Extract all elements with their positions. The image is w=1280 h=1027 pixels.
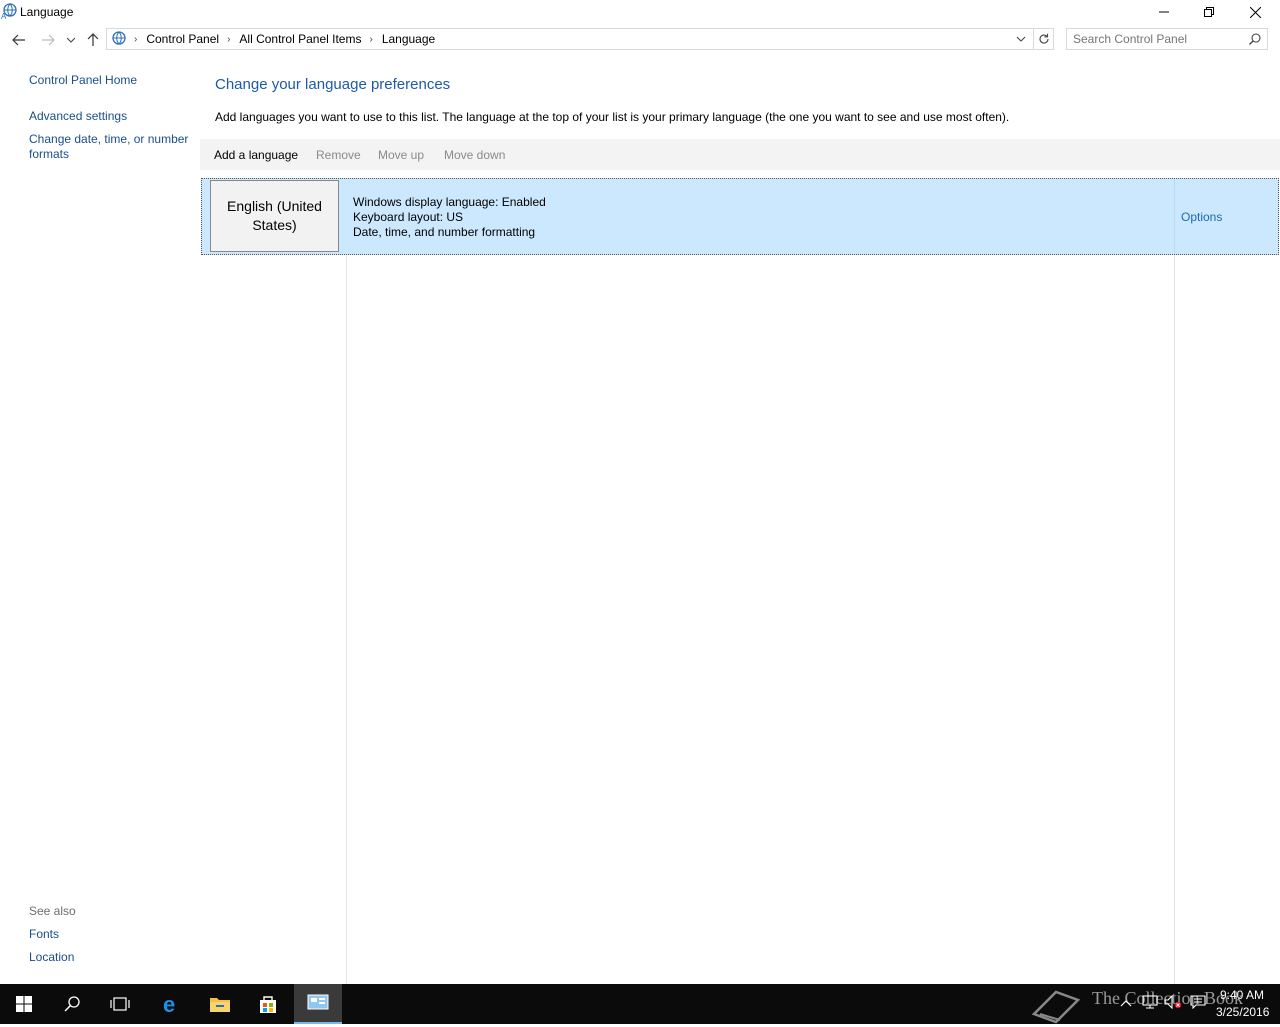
column-divider bbox=[1174, 255, 1175, 984]
page-description: Add languages you want to use to this li… bbox=[215, 110, 1010, 124]
options-divider bbox=[1174, 179, 1175, 254]
folder-icon bbox=[210, 998, 230, 1012]
watermark-book-icon bbox=[1030, 984, 1082, 1027]
breadcrumb-separator: › bbox=[227, 33, 231, 45]
close-button[interactable] bbox=[1232, 0, 1278, 24]
language-name-line1: English (United bbox=[227, 198, 322, 214]
search-icon bbox=[1249, 33, 1261, 45]
forward-button[interactable] bbox=[38, 30, 58, 50]
chevron-down-icon bbox=[67, 37, 75, 43]
store-bag-icon bbox=[260, 996, 276, 1013]
task-view-button[interactable] bbox=[96, 984, 144, 1024]
page-title: Change your language preferences bbox=[215, 76, 451, 93]
control-panel-icon bbox=[110, 31, 126, 47]
minimize-icon bbox=[1159, 11, 1169, 13]
volume-muted-icon[interactable] bbox=[1164, 994, 1182, 1012]
control-panel-taskbar-button[interactable] bbox=[294, 984, 342, 1024]
edge-taskbar-button[interactable]: e bbox=[148, 984, 196, 1024]
network-tray-icon[interactable] bbox=[1142, 995, 1158, 1012]
action-center-icon[interactable] bbox=[1190, 995, 1206, 1012]
breadcrumb-language[interactable]: Language bbox=[382, 32, 435, 46]
search-taskbar-button[interactable] bbox=[48, 984, 96, 1024]
svg-text:e: e bbox=[163, 993, 175, 1015]
control-panel-icon bbox=[307, 994, 329, 1010]
recent-locations-button[interactable] bbox=[62, 30, 80, 50]
svg-text:A: A bbox=[1, 12, 7, 19]
address-dropdown-button[interactable] bbox=[1016, 33, 1026, 47]
location-link[interactable]: Location bbox=[29, 950, 74, 965]
up-arrow-icon bbox=[87, 33, 99, 46]
restore-button[interactable] bbox=[1186, 0, 1232, 24]
back-button[interactable] bbox=[9, 30, 29, 50]
breadcrumb-separator: › bbox=[134, 33, 138, 45]
chevron-up-icon bbox=[1120, 1000, 1132, 1007]
formatting-status: Date, time, and number formatting bbox=[353, 225, 536, 239]
chevron-down-icon bbox=[1016, 36, 1026, 42]
keyboard-layout-status: Keyboard layout: US bbox=[353, 210, 464, 224]
forward-arrow-icon bbox=[42, 34, 55, 46]
refresh-icon bbox=[1038, 33, 1049, 44]
change-formats-line1: Change date, time, or number bbox=[29, 132, 189, 146]
control-panel-home-link[interactable]: Control Panel Home bbox=[29, 73, 137, 88]
remove-button[interactable]: Remove bbox=[316, 148, 361, 162]
add-language-button[interactable]: Add a language bbox=[214, 148, 298, 162]
breadcrumb-separator: › bbox=[369, 33, 373, 45]
windows-logo-icon bbox=[16, 996, 32, 1012]
move-up-button[interactable]: Move up bbox=[378, 148, 424, 162]
search-icon bbox=[64, 996, 80, 1012]
change-formats-link[interactable]: Change date, time, or number formats bbox=[29, 132, 188, 162]
language-name-tile[interactable]: English (United States) bbox=[210, 180, 339, 252]
search-input[interactable] bbox=[1073, 31, 1243, 47]
change-formats-line2: formats bbox=[29, 147, 70, 161]
edge-browser-icon: e bbox=[163, 993, 175, 1015]
language-options-link[interactable]: Options bbox=[1181, 210, 1222, 224]
fonts-link[interactable]: Fonts bbox=[29, 927, 59, 942]
move-down-button[interactable]: Move down bbox=[444, 148, 505, 162]
search-box[interactable] bbox=[1066, 28, 1268, 50]
language-name-line2: States) bbox=[252, 217, 297, 233]
window-title: Language bbox=[20, 5, 74, 19]
display-language-status: Windows display language: Enabled bbox=[353, 195, 546, 209]
task-view-icon bbox=[110, 997, 130, 1011]
advanced-settings-link[interactable]: Advanced settings bbox=[29, 109, 127, 124]
breadcrumb: › Control Panel › All Control Panel Item… bbox=[110, 29, 435, 49]
store-taskbar-button[interactable] bbox=[244, 984, 292, 1024]
refresh-button[interactable] bbox=[1034, 28, 1054, 50]
close-icon bbox=[1249, 6, 1261, 18]
minimize-button[interactable] bbox=[1141, 0, 1187, 24]
restore-icon bbox=[1204, 7, 1214, 17]
language-toolbar bbox=[200, 139, 1280, 170]
breadcrumb-control-panel[interactable]: Control Panel bbox=[146, 32, 219, 46]
back-arrow-icon bbox=[12, 34, 25, 46]
title-bar bbox=[0, 0, 1280, 24]
see-also-heading: See also bbox=[29, 904, 76, 918]
start-button[interactable] bbox=[0, 984, 48, 1024]
clock-date[interactable]: 3/25/2016 bbox=[1216, 1005, 1269, 1019]
show-hidden-icons-button[interactable] bbox=[1120, 997, 1132, 1011]
file-explorer-taskbar-button[interactable] bbox=[196, 984, 244, 1024]
breadcrumb-all-items[interactable]: All Control Panel Items bbox=[239, 32, 361, 46]
clock-time[interactable]: 9:40 AM bbox=[1220, 988, 1264, 1002]
up-button[interactable] bbox=[83, 30, 103, 50]
language-app-icon: A bbox=[1, 3, 17, 21]
column-divider bbox=[346, 255, 347, 984]
